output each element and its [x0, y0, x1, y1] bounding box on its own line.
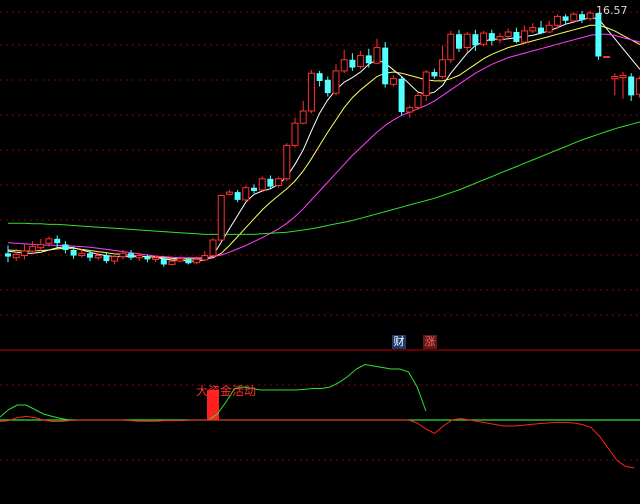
candle-body: [586, 12, 594, 20]
ma-line-yellow: [7, 24, 640, 260]
candle-body: [496, 36, 504, 41]
ma-line-magenta: [7, 33, 640, 259]
candle-body: [176, 258, 184, 262]
candle-body: [529, 27, 537, 32]
candle-body: [193, 258, 201, 264]
badge-cai[interactable]: 财: [392, 335, 406, 349]
candle-body: [619, 74, 627, 79]
candle-body: [447, 33, 455, 61]
candle-body: [87, 253, 93, 258]
candle-body: [283, 144, 291, 180]
candle-body: [119, 252, 127, 258]
candle-body: [5, 253, 11, 257]
candle-body: [611, 76, 619, 80]
candle-body: [94, 255, 102, 259]
candle-body: [103, 255, 110, 262]
candle-body: [521, 30, 529, 43]
candle-body: [20, 250, 28, 257]
candle-body: [217, 195, 225, 241]
candle-body: [595, 13, 602, 57]
candle-body: [201, 255, 209, 261]
candle-body: [340, 59, 348, 72]
candle-body: [422, 71, 430, 96]
candle-body: [160, 258, 167, 265]
candle-body: [225, 191, 233, 195]
candle-body: [37, 243, 45, 249]
candle-body: [480, 32, 488, 45]
candle-body: [545, 24, 553, 33]
candle-body: [152, 257, 160, 260]
candle-body: [111, 256, 119, 262]
candle-body: [275, 178, 283, 187]
candle-body: [332, 70, 340, 94]
ma-line-green: [8, 121, 640, 235]
candle-body: [513, 32, 520, 42]
candle-body: [45, 238, 53, 244]
candle-body: [349, 59, 356, 68]
candle-body: [291, 122, 299, 146]
candle-body: [242, 187, 250, 201]
candle-body: [12, 253, 20, 259]
candle-body: [307, 72, 315, 112]
candle-body: [78, 252, 86, 257]
candle-body: [316, 73, 323, 81]
candle-body: [62, 244, 69, 250]
candle-body: [389, 78, 397, 85]
candle-body: [553, 15, 561, 26]
candle-body: [628, 76, 635, 96]
ma-line-white: [7, 17, 640, 262]
candle-body: [128, 253, 134, 258]
candle-body: [398, 78, 405, 113]
candle-body: [185, 259, 192, 264]
candle-body: [463, 33, 471, 49]
candle-body: [258, 178, 266, 191]
price-marker: 16.57: [596, 4, 628, 17]
candle-body: [54, 238, 61, 244]
candle-body: [29, 246, 37, 252]
candle-body: [144, 256, 151, 260]
candle-body: [299, 110, 307, 124]
candle-body: [135, 255, 143, 259]
candle-body: [414, 94, 422, 109]
candle-body: [406, 107, 414, 113]
candle-body: [456, 34, 462, 49]
indicator-line-red: [0, 415, 635, 469]
candle-body: [324, 79, 331, 94]
candle-body: [357, 54, 365, 68]
candle-body: [488, 33, 495, 41]
candle-body: [570, 13, 578, 22]
candle-body: [267, 178, 274, 187]
candle-body: [251, 187, 257, 191]
candle-body: [562, 16, 569, 21]
candle-body: [439, 59, 447, 77]
candle-body: [209, 239, 217, 257]
candle-body: [382, 47, 389, 85]
candle-body: [603, 56, 611, 58]
badge-zhang[interactable]: 涨: [423, 335, 437, 349]
candle-body: [168, 260, 176, 265]
candle-body: [635, 78, 640, 95]
candle-body: [234, 192, 241, 200]
chart-stage: 16.57 财 涨 大资金活动: [0, 0, 640, 504]
indicator-label: 大资金活动: [196, 384, 257, 398]
stock-chart: [0, 10, 640, 469]
candle-body: [538, 27, 544, 34]
candle-body: [579, 14, 585, 20]
candle-body: [373, 47, 381, 64]
candle-body: [365, 55, 372, 64]
candle-body: [504, 31, 512, 37]
candle-body: [70, 250, 77, 256]
candle-body: [431, 72, 438, 77]
candle-body: [472, 34, 479, 46]
